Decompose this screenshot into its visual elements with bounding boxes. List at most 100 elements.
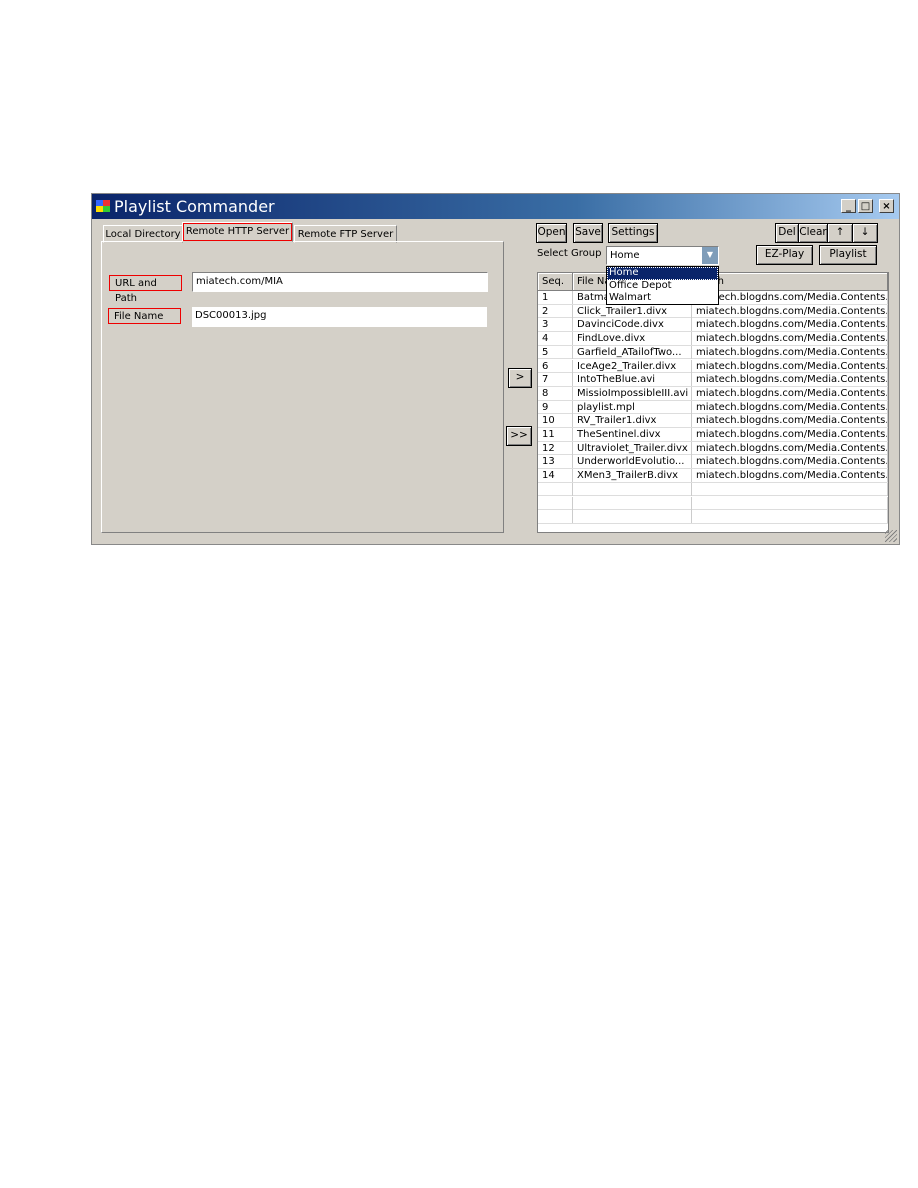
save-button[interactable]: Save xyxy=(573,223,603,243)
seq-cell: 5 xyxy=(538,345,573,359)
seq-cell: 6 xyxy=(538,359,573,373)
file-name-cell: XMen3_TrailerB.divx xyxy=(573,469,692,483)
move-up-button[interactable]: ↑ xyxy=(827,223,853,243)
file-name-cell xyxy=(573,510,692,524)
table-row[interactable]: 8 MissioImpossibleIII.avi miatech.blogdns.… xyxy=(538,386,888,401)
delete-button[interactable]: Del xyxy=(775,223,799,243)
table-row[interactable]: 7 IntoTheBlue.avi miatech.blogdns.com/Medi… xyxy=(538,373,888,387)
playlist-commander-window: Playlist Commander _ □ × Local Directory… xyxy=(91,193,900,545)
maximize-button[interactable]: □ xyxy=(858,199,873,213)
add-all-button[interactable]: >> xyxy=(506,426,532,446)
file-name-cell: FindLove.divx xyxy=(573,332,692,346)
path-cell: miatech.blogdns.com/Media.Contents... xyxy=(692,428,888,441)
seq-cell: 13 xyxy=(538,455,573,469)
file-name-cell: UnderworldEvolutio... xyxy=(573,455,692,469)
path-cell: miatech.blogdns.com/Media.Contents... xyxy=(692,345,888,359)
file-name-cell: RV_Trailer1.divx xyxy=(573,414,692,428)
path-cell: miatech.blogdns.com/Media.Contents... xyxy=(692,441,888,455)
seq-cell xyxy=(538,496,573,510)
table-row[interactable]: 12 Ultraviolet_Trailer.divx miatech.blogdn… xyxy=(538,441,888,456)
table-row[interactable] xyxy=(538,482,888,497)
group-option-home[interactable]: Home xyxy=(607,267,718,280)
group-option-office-depot[interactable]: Office Depot xyxy=(607,280,718,293)
tab-panel: URL and Path miatech.com/MIA File Name D… xyxy=(101,241,504,533)
path-cell: miatech.blogdns.com/Media.Contents... xyxy=(692,400,888,414)
close-button[interactable]: × xyxy=(879,199,894,213)
seq-cell: 10 xyxy=(538,414,573,428)
file-name-cell: playlist.mpl xyxy=(573,400,692,414)
table-row[interactable]: 2 Click_Trailer1.divx miatech.blogdns.com/… xyxy=(538,304,888,319)
table-row[interactable]: 13 UnderworldEvolutio... miatech.blogdns.c… xyxy=(538,455,888,470)
group-dropdown-list: Home Office Depot Walmart xyxy=(606,266,719,305)
file-name-cell: IntoTheBlue.avi xyxy=(573,373,692,387)
path-cell xyxy=(692,482,888,496)
group-option-walmart[interactable]: Walmart xyxy=(607,292,718,305)
table-row[interactable]: 10 RV_Trailer1.divx miatech.blogdns.com/Me… xyxy=(538,414,888,428)
seq-cell: 14 xyxy=(538,469,573,483)
table-row[interactable]: 5 Garfield_ATailofTwo... miatech.blogdns.c… xyxy=(538,345,888,360)
playlist-button[interactable]: Playlist xyxy=(819,245,877,265)
file-name-cell: TheSentinel.divx xyxy=(573,428,692,441)
move-down-button[interactable]: ↓ xyxy=(852,223,878,243)
table-row[interactable]: 3 DavinciCode.divx miatech.blogdns.com/Med… xyxy=(538,318,888,333)
group-select[interactable]: Home ▼ xyxy=(606,246,719,265)
tab-remote-http-server[interactable]: Remote HTTP Server xyxy=(182,222,293,242)
seq-cell: 2 xyxy=(538,304,573,318)
path-cell xyxy=(692,496,888,510)
table-row[interactable] xyxy=(538,510,888,524)
file-name-cell: IceAge2_Trailer.divx xyxy=(573,359,692,373)
column-header-path[interactable]: Path xyxy=(692,273,888,291)
table-row[interactable]: 14 XMen3_TrailerB.divx miatech.blogdns.com… xyxy=(538,469,888,483)
minimize-button[interactable]: _ xyxy=(841,199,856,213)
table-row[interactable] xyxy=(538,496,888,511)
path-cell: miatech.blogdns.com/Media.Contents... xyxy=(692,359,888,373)
path-cell: miatech.blogdns.com/Media.Contents... xyxy=(692,455,888,469)
group-selected-value: Home xyxy=(610,250,640,261)
url-and-path-label: URL and Path xyxy=(109,275,182,304)
seq-cell: 11 xyxy=(538,428,573,441)
chevron-down-icon[interactable]: ▼ xyxy=(702,247,718,264)
path-cell: miatech.blogdns.com/Media.Contents... xyxy=(692,318,888,332)
file-name-cell: MissioImpossibleIII.avi xyxy=(573,386,692,400)
file-name-cell: Click_Trailer1.divx xyxy=(573,304,692,318)
path-cell: miatech.blogdns.com/Media.Contents... xyxy=(692,414,888,428)
seq-cell: 4 xyxy=(538,332,573,346)
file-name-cell xyxy=(573,482,692,496)
seq-cell xyxy=(538,510,573,524)
seq-cell: 7 xyxy=(538,373,573,387)
clear-button[interactable]: Clear xyxy=(798,223,828,243)
seq-cell: 12 xyxy=(538,441,573,455)
path-cell: miatech.blogdns.com/Media.Contents... xyxy=(692,304,888,318)
path-cell: miatech.blogdns.com/Media.Contents... xyxy=(692,469,888,483)
table-row[interactable]: 4 FindLove.divx miatech.blogdns.com/Media.… xyxy=(538,332,888,346)
path-cell: miatech.blogdns.com/Media.Contents... xyxy=(692,373,888,387)
path-cell: miatech.blogdns.com/Media.Contents... xyxy=(692,332,888,346)
url-and-path-input[interactable]: miatech.com/MIA xyxy=(192,272,488,292)
window-title: Playlist Commander xyxy=(114,197,275,216)
seq-cell: 9 xyxy=(538,400,573,414)
table-row[interactable]: 9 playlist.mpl miatech.blogdns.com/Media.C… xyxy=(538,400,888,415)
settings-button[interactable]: Settings xyxy=(608,223,658,243)
seq-cell: 8 xyxy=(538,386,573,400)
open-button[interactable]: Open xyxy=(536,223,567,243)
file-name-cell xyxy=(573,496,692,510)
table-row[interactable]: 11 TheSentinel.divx miatech.blogdns.com/Me… xyxy=(538,428,888,442)
table-row[interactable]: 6 IceAge2_Trailer.divx miatech.blogdns.com… xyxy=(538,359,888,374)
app-logo-icon xyxy=(96,200,110,212)
file-name-cell: Ultraviolet_Trailer.divx xyxy=(573,441,692,455)
playlist-table: Seq. File Name Path 1Batmamiatech.blogdn… xyxy=(537,272,889,533)
seq-cell xyxy=(538,482,573,496)
file-name-cell: Garfield_ATailofTwo... xyxy=(573,345,692,359)
ez-play-button[interactable]: EZ-Play xyxy=(756,245,813,265)
title-bar[interactable]: Playlist Commander _ □ × xyxy=(92,194,899,219)
column-header-seq[interactable]: Seq. xyxy=(538,273,573,291)
path-cell: miatech.blogdns.com/Media.Contents... xyxy=(692,386,888,400)
add-selected-button[interactable]: > xyxy=(508,368,532,388)
select-group-label: Select Group xyxy=(537,248,602,259)
file-name-input[interactable]: DSC00013.jpg xyxy=(192,307,487,327)
path-cell: miatech.blogdns.com/Media.Contents... xyxy=(692,291,888,304)
file-name-label: File Name xyxy=(108,308,181,324)
resize-grip-icon[interactable] xyxy=(885,530,897,542)
file-name-cell: DavinciCode.divx xyxy=(573,318,692,332)
seq-cell: 1 xyxy=(538,291,573,304)
